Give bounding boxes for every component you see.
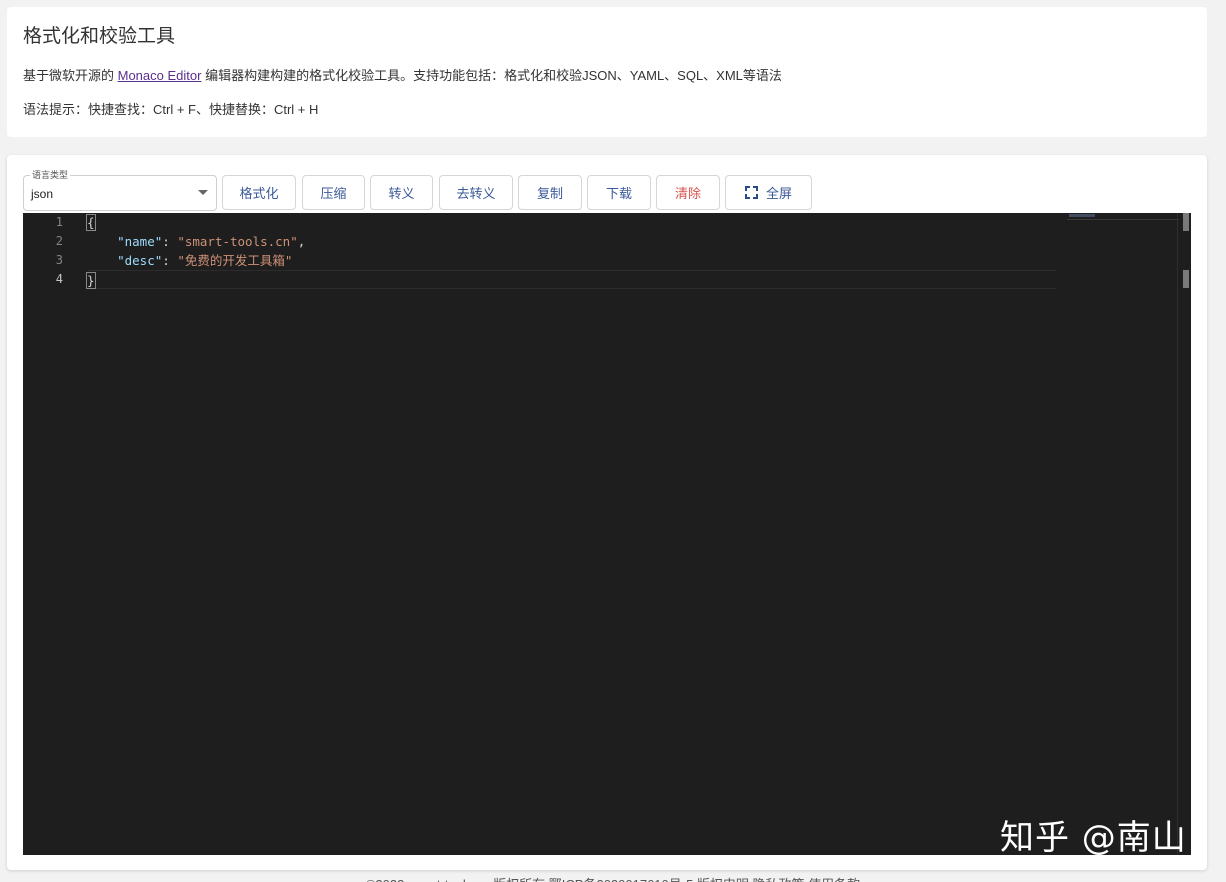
shortcut-hint: 语法提示：快捷查找：Ctrl + F、快捷替换：Ctrl + H [23,102,319,117]
code-line: "desc": "免费的开发工具箱" [87,251,1056,270]
download-button[interactable]: 下载 [587,175,651,210]
code-line-current: } [86,270,1056,289]
json-string: "smart-tools.cn" [177,234,298,249]
json-comma: , [297,234,306,249]
description: 基于微软开源的 Monaco Editor 编辑器构建构建的格式化校验工具。支持… [23,65,782,84]
line-number: 2 [55,234,63,248]
editor-card: 语言类型 json 格式化 压缩 转义 去转义 复制 下载 清除 全屏 1 2 … [7,155,1207,870]
json-colon: : [162,253,178,268]
monaco-editor-link[interactable]: Monaco Editor [118,68,202,83]
json-key: "name" [117,234,163,249]
line-number: 1 [55,215,63,229]
open-brace: { [86,214,96,231]
code-editor[interactable]: 1 2 3 4 { "name": "smart-tools.cn", "des… [23,213,1191,855]
page-title: 格式化和校验工具 [23,26,176,47]
unescape-button[interactable]: 去转义 [439,175,513,210]
footer: ©2022 smart-tools.cn 版权所有 鄂ICP备202001761… [0,874,1226,882]
language-select-value: json [31,187,54,201]
vertical-scrollbar[interactable] [1177,213,1191,855]
scrollbar-marker [1183,270,1189,288]
description-suffix: 编辑器构建构建的格式化校验工具。支持功能包括：格式化和校验JSON、YAML、S… [201,68,782,83]
line-number: 3 [55,253,63,267]
header-card: 格式化和校验工具 基于微软开源的 Monaco Editor 编辑器构建构建的格… [7,7,1207,137]
json-colon: : [162,234,178,249]
description-prefix: 基于微软开源的 [23,68,118,83]
zhihu-watermark: 知乎 @南山 [1000,818,1187,858]
minimap-content [1069,214,1095,217]
json-string: "免费的开发工具箱" [177,253,293,268]
line-number-gutter: 1 2 3 4 [23,213,63,289]
minimap[interactable] [1067,213,1179,220]
fullscreen-label: 全屏 [765,186,792,201]
scrollbar-thumb[interactable] [1183,213,1189,231]
language-select-label: 语言类型 [30,168,71,181]
clear-button[interactable]: 清除 [656,175,720,210]
code-line: { [86,213,1056,232]
chevron-down-icon [198,190,208,195]
escape-button[interactable]: 转义 [370,175,433,210]
json-key: "desc" [117,253,163,268]
compress-button[interactable]: 压缩 [302,175,365,210]
fullscreen-button[interactable]: 全屏 [725,175,812,210]
code-content[interactable]: { "name": "smart-tools.cn", "desc": "免费的… [86,213,1056,289]
line-number: 4 [55,272,63,286]
copy-button[interactable]: 复制 [518,175,582,210]
language-select[interactable]: 语言类型 json [23,168,217,211]
fullscreen-icon [744,186,758,199]
code-line: "name": "smart-tools.cn", [87,232,1056,251]
format-button[interactable]: 格式化 [222,175,296,210]
close-brace: } [86,272,96,289]
